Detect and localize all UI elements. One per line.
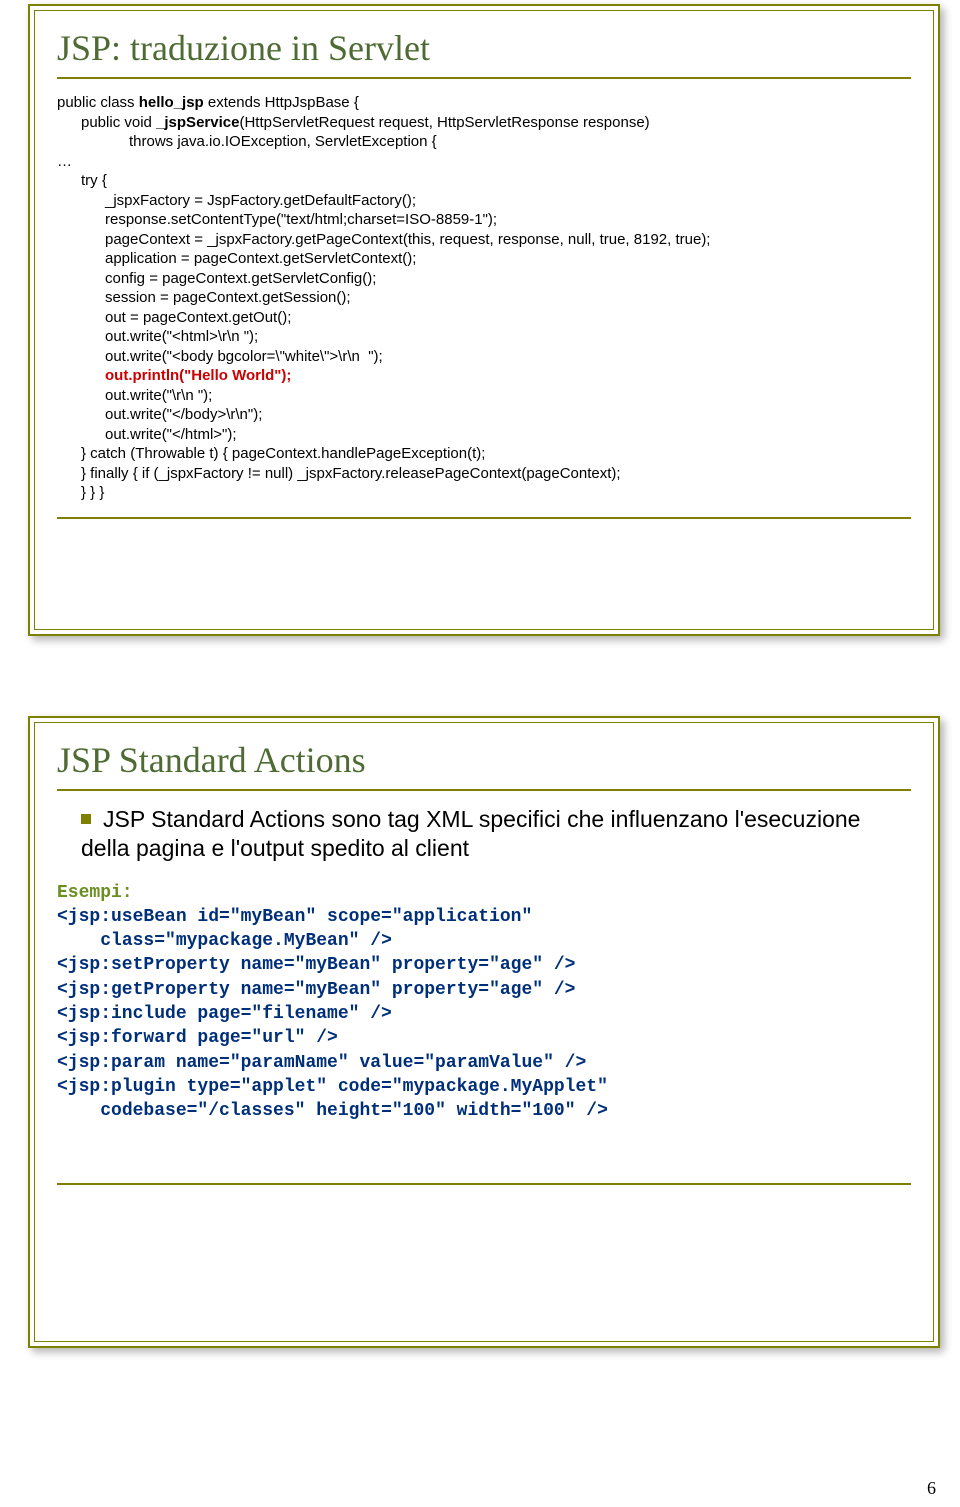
bottom-rule (57, 517, 911, 519)
code-line: public void (81, 114, 156, 131)
code-line: extends HttpJspBase { (204, 94, 359, 111)
code-line: out.write("<body bgcolor=\"white\">\r\n … (105, 348, 383, 365)
code-line: public class (57, 94, 139, 111)
code-method-name: _jspService (156, 114, 239, 131)
code-line: } } } (81, 484, 104, 501)
page-number: 6 (927, 1478, 936, 1499)
example-line: <jsp:forward page="url" /> (57, 1028, 338, 1048)
code-line: response.setContentType("text/html;chars… (105, 211, 497, 228)
example-line: codebase="/classes" height="100" width="… (57, 1101, 608, 1121)
slide-jsp-standard-actions: JSP Standard Actions JSP Standard Action… (28, 716, 940, 1348)
body-text: JSP Standard Actions sono tag XML specif… (81, 806, 860, 861)
example-line: <jsp:plugin type="applet" code="mypackag… (57, 1077, 608, 1097)
title-rule (57, 77, 911, 79)
code-line: throws java.io.IOException, ServletExcep… (129, 133, 437, 150)
code-line: try { (81, 172, 107, 189)
code-line: out.write("<html>\r\n "); (105, 328, 258, 345)
example-line: <jsp:getProperty name="myBean" property=… (57, 980, 575, 1000)
code-line: _jspxFactory = JspFactory.getDefaultFact… (105, 192, 416, 209)
bullet-icon (81, 814, 91, 824)
example-line: class="mypackage.MyBean" /> (57, 931, 392, 951)
code-block: public class hello_jsp extends HttpJspBa… (57, 93, 911, 503)
example-line: <jsp:setProperty name="myBean" property=… (57, 955, 575, 975)
bottom-rule (57, 1183, 911, 1185)
code-line: (HttpServletRequest request, HttpServlet… (239, 114, 649, 131)
slide-title: JSP: traduzione in Servlet (57, 23, 911, 77)
example-line: <jsp:useBean id="myBean" scope="applicat… (57, 907, 532, 927)
slide-jsp-traduzione: JSP: traduzione in Servlet public class … (28, 4, 940, 636)
code-line: out.write("</html>"); (105, 426, 237, 443)
example-line: <jsp:param name="paramName" value="param… (57, 1053, 586, 1073)
code-line: session = pageContext.getSession(); (105, 289, 351, 306)
code-line: out = pageContext.getOut(); (105, 309, 291, 326)
examples-label: Esempi: (57, 883, 133, 903)
slide-title: JSP Standard Actions (57, 735, 911, 789)
slide-body: JSP Standard Actions sono tag XML specif… (57, 805, 911, 863)
slide-inner: JSP Standard Actions JSP Standard Action… (34, 722, 934, 1342)
code-line: … (57, 153, 72, 170)
code-highlight-line: out.println("Hello World"); (105, 367, 291, 384)
slide-inner: JSP: traduzione in Servlet public class … (34, 10, 934, 630)
code-line: out.write("\r\n "); (105, 387, 212, 404)
code-line: } finally { if (_jspxFactory != null) _j… (81, 465, 621, 482)
examples-block: Esempi: <jsp:useBean id="myBean" scope="… (57, 881, 911, 1124)
title-rule (57, 789, 911, 791)
code-line: } catch (Throwable t) { pageContext.hand… (81, 445, 485, 462)
code-line: config = pageContext.getServletConfig(); (105, 270, 376, 287)
code-line: application = pageContext.getServletCont… (105, 250, 416, 267)
code-line: pageContext = _jspxFactory.getPageContex… (105, 231, 710, 248)
code-line: out.write("</body>\r\n"); (105, 406, 262, 423)
code-class-name: hello_jsp (139, 94, 204, 111)
example-line: <jsp:include page="filename" /> (57, 1004, 392, 1024)
